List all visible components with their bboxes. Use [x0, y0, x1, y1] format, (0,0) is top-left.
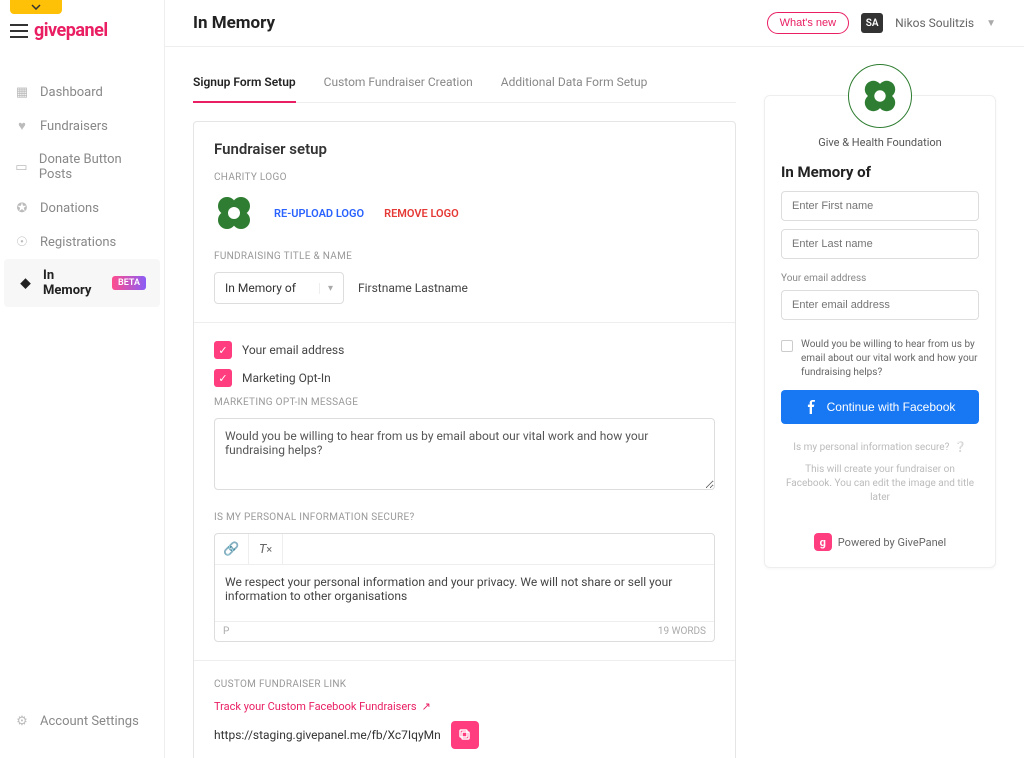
user-avatar[interactable]: SA: [861, 13, 883, 33]
tabs: Signup Form Setup Custom Fundraiser Crea…: [193, 65, 736, 103]
sidebar-item-label: Donate Button Posts: [39, 152, 150, 182]
grid-icon: ▦: [14, 84, 30, 100]
checkbox-label: Your email address: [242, 343, 344, 357]
optin-text: Would you be willing to hear from us by …: [801, 338, 979, 380]
editor-path: P: [223, 626, 229, 637]
select-value: In Memory of: [225, 281, 296, 295]
preview-charity-name: Give & Health Foundation: [781, 136, 979, 149]
chevron-down-icon: ▾: [319, 283, 333, 294]
collapse-toggle[interactable]: [10, 0, 62, 14]
whats-new-button[interactable]: What's new: [767, 12, 850, 34]
sidebar-item-registrations[interactable]: ☉ Registrations: [0, 225, 164, 259]
sidebar-item-label: Account Settings: [40, 714, 139, 729]
charity-logo-icon: [214, 193, 254, 233]
heart-icon: ♥: [14, 118, 30, 134]
award-icon: ✪: [14, 200, 30, 216]
preview-heading: In Memory of: [781, 163, 979, 181]
email-input[interactable]: [781, 290, 979, 320]
last-name-input[interactable]: [781, 229, 979, 259]
chevron-down-icon[interactable]: ▼: [986, 18, 996, 29]
powered-by-text: Powered by GivePanel: [838, 536, 946, 549]
title-select[interactable]: In Memory of ▾: [214, 272, 344, 304]
menu-icon[interactable]: [10, 24, 28, 38]
field-label: CUSTOM FUNDRAISER LINK: [214, 679, 715, 690]
preview-charity-logo: [848, 64, 912, 128]
setup-card: Fundraiser setup CHARITY LOGO RE-UPLOAD …: [193, 121, 736, 758]
tab-signup-form[interactable]: Signup Form Setup: [193, 65, 296, 103]
help-icon[interactable]: ❔: [954, 442, 966, 453]
track-fundraisers-link[interactable]: Track your Custom Facebook Fundraisers ↗: [214, 700, 715, 713]
marketing-message-textarea[interactable]: [214, 418, 715, 490]
memory-icon: ◆: [18, 275, 33, 291]
facebook-icon: [805, 400, 819, 414]
sidebar: givepanel ▦ Dashboard ♥ Fundraisers ▭ Do…: [0, 0, 165, 758]
field-label: MARKETING OPT-IN MESSAGE: [214, 397, 715, 408]
user-name: Nikos Soulitzis: [895, 16, 974, 30]
name-placeholder-text: Firstname Lastname: [358, 281, 468, 295]
external-link-icon: ↗: [422, 700, 431, 713]
preview-helper-text: This will create your fundraiser on Face…: [781, 463, 979, 505]
page-title: In Memory: [193, 13, 275, 33]
sidebar-item-label: In Memory: [43, 268, 102, 298]
user-icon: ☉: [14, 234, 30, 250]
checkbox-label: Marketing Opt-In: [242, 371, 331, 385]
sidebar-item-donate-posts[interactable]: ▭ Donate Button Posts: [0, 143, 164, 191]
tab-additional-data[interactable]: Additional Data Form Setup: [501, 65, 648, 102]
editor-body[interactable]: We respect your personal information and…: [215, 565, 714, 621]
optin-checkbox[interactable]: [781, 340, 793, 352]
field-label: CHARITY LOGO: [214, 172, 715, 183]
fundraiser-url: https://staging.givepanel.me/fb/Xc7IqyMn: [214, 728, 441, 742]
link-icon[interactable]: 🔗: [215, 534, 249, 564]
first-name-input[interactable]: [781, 191, 979, 221]
gear-icon: ⚙: [14, 713, 30, 729]
marketing-checkbox[interactable]: ✓: [214, 369, 232, 387]
sidebar-item-fundraisers[interactable]: ♥ Fundraisers: [0, 109, 164, 143]
preview-secure-text: Is my personal information secure?: [793, 442, 949, 453]
sidebar-item-label: Registrations: [40, 235, 116, 250]
app-logo: givepanel: [34, 20, 108, 41]
sidebar-item-label: Fundraisers: [40, 119, 108, 134]
clear-format-icon[interactable]: T×: [249, 534, 283, 564]
post-icon: ▭: [14, 159, 29, 175]
topbar: In Memory What's new SA Nikos Soulitzis …: [165, 0, 1024, 47]
secure-info-editor: 🔗 T× We respect your personal informatio…: [214, 533, 715, 642]
field-label: IS MY PERSONAL INFORMATION SECURE?: [214, 512, 715, 523]
givepanel-badge-icon: g: [814, 533, 832, 551]
copy-button[interactable]: [451, 721, 479, 749]
sidebar-item-dashboard[interactable]: ▦ Dashboard: [0, 75, 164, 109]
reupload-logo-link[interactable]: RE-UPLOAD LOGO: [274, 207, 364, 220]
section-title: Fundraiser setup: [214, 140, 715, 158]
remove-logo-link[interactable]: REMOVE LOGO: [384, 207, 459, 220]
field-label: FUNDRAISING TITLE & NAME: [214, 251, 715, 262]
preview-email-label: Your email address: [781, 273, 979, 284]
tab-custom-fundraiser[interactable]: Custom Fundraiser Creation: [324, 65, 473, 102]
editor-word-count: 19 WORDS: [658, 626, 706, 637]
email-checkbox[interactable]: ✓: [214, 341, 232, 359]
sidebar-item-label: Donations: [40, 201, 99, 216]
sidebar-item-in-memory[interactable]: ◆ In Memory BETA: [4, 259, 160, 307]
sidebar-item-donations[interactable]: ✪ Donations: [0, 191, 164, 225]
copy-icon: [459, 729, 471, 741]
sidebar-item-account-settings[interactable]: ⚙ Account Settings: [0, 704, 164, 738]
preview-panel: Give & Health Foundation In Memory of Yo…: [764, 95, 996, 568]
beta-badge: BETA: [112, 276, 146, 290]
continue-facebook-button[interactable]: Continue with Facebook: [781, 390, 979, 424]
sidebar-item-label: Dashboard: [40, 85, 103, 100]
